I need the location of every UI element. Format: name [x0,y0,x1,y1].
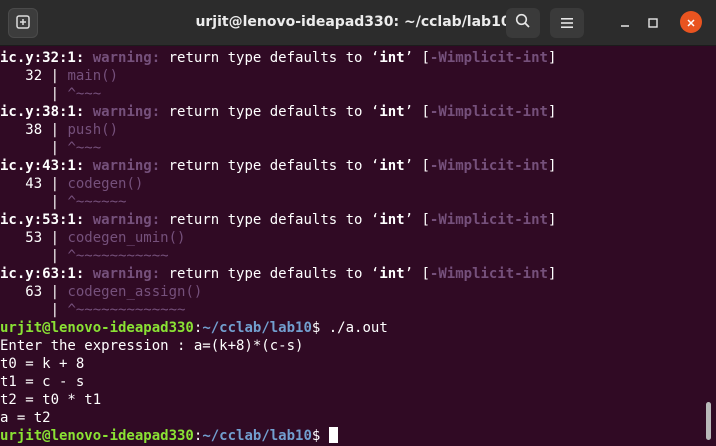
close-icon [686,13,696,32]
warning-message-post: ’ [ [404,158,430,174]
window-title: urjit@lenovo-ideapad330: ~/cclab/lab10 [195,14,511,30]
caret-marker: ^~~~ [67,140,102,156]
source-line-number: 32 [25,68,43,84]
output-line: t1 = c - s [0,374,85,390]
prompt-symbol: $ [311,320,329,336]
source-code: codegen_assign() [67,284,203,300]
warning-line: ic.y:53:1: warning: return type defaults… [0,211,700,229]
search-icon [515,13,531,33]
prompt-line[interactable]: urjit@lenovo-ideapad330:~/cclab/lab10$ [0,427,700,445]
prompt-path: ~/cclab/lab10 [202,320,312,336]
prompt-user: urjit@lenovo-ideapad330 [0,320,194,336]
warning-location: ic.y:53:1: [0,212,85,228]
source-line-number: 43 [25,176,43,192]
warning-message: return type defaults to ‘ [160,50,380,66]
terminal-output[interactable]: ic.y:32:1: warning: return type defaults… [0,46,700,446]
source-line: 32 | main() [25,68,119,84]
source-line-number: 38 [25,122,43,138]
warning-type: int [379,50,405,66]
warning-line: ic.y:63:1: warning: return type defaults… [0,265,700,283]
warning-message: return type defaults to ‘ [160,104,380,120]
menu-button[interactable] [550,8,584,38]
caret-marker: ^~~~~~~~~~~~ [67,248,169,264]
caret-line: | ^~~~ [0,86,102,102]
prompt-symbol: $ [311,428,329,444]
warning-message: return type defaults to ‘ [160,212,380,228]
warning-type: int [379,266,405,282]
warning-label: warning: [92,212,161,228]
hamburger-icon [560,14,574,33]
warning-message-post: ’ [ [404,50,430,66]
source-line: 63 | codegen_assign() [25,284,203,300]
warning-message-post: ’ [ [404,266,430,282]
warning-location: ic.y:63:1: [0,266,85,282]
source-line-number: 53 [25,230,43,246]
warning-flag-close: ] [547,50,557,66]
warning-flag: -Wimplicit-int [429,104,548,120]
caret-marker: ^~~~~~~ [67,194,127,210]
source-line: 43 | codegen() [25,176,144,192]
warning-label: warning: [92,50,161,66]
caret-marker: ^~~~ [67,86,102,102]
prompt-path: ~/cclab/lab10 [202,428,312,444]
caret-line: | ^~~~~~~ [0,194,127,210]
output-line: t0 = k + 8 [0,356,85,372]
warning-flag-close: ] [547,158,557,174]
warning-label: warning: [92,104,161,120]
minimize-button[interactable] [612,10,638,36]
warning-type: int [379,104,405,120]
warning-flag: -Wimplicit-int [429,266,548,282]
warning-flag-close: ] [547,104,557,120]
source-line: 38 | push() [25,122,119,138]
prompt-line: urjit@lenovo-ideapad330:~/cclab/lab10$ .… [0,319,700,337]
warning-message-post: ’ [ [404,104,430,120]
warning-flag-close: ] [547,266,557,282]
search-button[interactable] [506,8,540,38]
warning-message: return type defaults to ‘ [160,158,380,174]
warning-flag-close: ] [547,212,557,228]
warning-line: ic.y:38:1: warning: return type defaults… [0,103,700,121]
warning-type: int [379,212,405,228]
minimize-icon [619,14,631,33]
maximize-button[interactable] [640,10,666,36]
warning-line: ic.y:32:1: warning: return type defaults… [0,49,700,67]
caret-line: | ^~~~~~~~~~~~~~ [0,302,186,318]
warning-line: ic.y:43:1: warning: return type defaults… [0,157,700,175]
prompt-user: urjit@lenovo-ideapad330 [0,428,194,444]
text-cursor[interactable] [328,427,338,443]
output-line: Enter the expression : a=(k+8)*(c-s) [0,338,304,354]
warning-location: ic.y:43:1: [0,158,85,174]
output-line: a = t2 [0,410,51,426]
source-code: push() [67,122,119,138]
source-code: codegen_umin() [67,230,186,246]
warning-label: warning: [92,266,161,282]
close-button[interactable] [680,11,702,33]
title-bar: urjit@lenovo-ideapad330: ~/cclab/lab10 [0,0,716,46]
maximize-icon [647,14,659,33]
caret-marker: ^~~~~~~~~~~~~~ [67,302,186,318]
warning-flag: -Wimplicit-int [429,158,548,174]
source-code: main() [67,68,119,84]
warning-message-post: ’ [ [404,212,430,228]
output-line: t2 = t0 * t1 [0,392,102,408]
source-line-number: 63 [25,284,43,300]
source-line: 53 | codegen_umin() [25,230,186,246]
caret-line: | ^~~~ [0,140,102,156]
scrollbar-thumb[interactable] [706,402,711,440]
caret-line: | ^~~~~~~~~~~~ [0,248,169,264]
warning-type: int [379,158,405,174]
warning-location: ic.y:32:1: [0,50,85,66]
command-text: ./a.out [328,320,388,336]
warning-flag: -Wimplicit-int [429,212,548,228]
warning-flag: -Wimplicit-int [429,50,548,66]
warning-label: warning: [92,158,161,174]
warning-message: return type defaults to ‘ [160,266,380,282]
source-code: codegen() [67,176,144,192]
warning-location: ic.y:38:1: [0,104,85,120]
